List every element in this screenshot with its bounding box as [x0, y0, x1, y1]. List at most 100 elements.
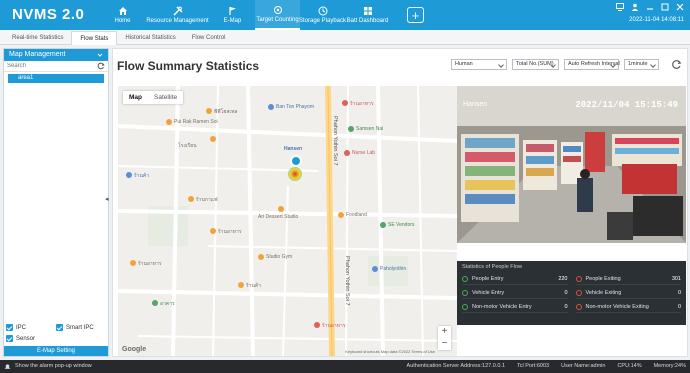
poi-marker[interactable]: [344, 150, 350, 156]
plus-icon: +: [411, 7, 420, 23]
video-channel-label: Hansen: [463, 101, 488, 108]
poi-marker[interactable]: [126, 172, 132, 178]
map-label: อาคาร: [160, 301, 175, 307]
target-type-select[interactable]: Human: [451, 59, 507, 70]
nav-label: Storage Playback: [298, 18, 347, 24]
flow-statistics-panel: Statistics of People Flow People Entry 22…: [457, 261, 686, 325]
map-management-panel: Map Management area1 IPC Smart IPC Senso…: [3, 48, 109, 357]
poi-marker[interactable]: [268, 104, 274, 110]
nav-storage-playback[interactable]: Storage Playback: [298, 0, 347, 30]
camera-pin-icon[interactable]: [290, 155, 302, 167]
poi-marker[interactable]: [206, 108, 212, 114]
poi-marker[interactable]: [314, 322, 320, 328]
stat-people-entry: People Entry 220: [462, 274, 568, 285]
bell-icon: [4, 364, 11, 369]
stat-nonmotor-entry: Non-motor Vehicle Entry 0: [462, 302, 568, 313]
map-label: ร้านอาหาร: [350, 101, 374, 107]
page-title: Flow Summary Statistics: [117, 59, 260, 73]
nav-emap[interactable]: E-Map: [210, 0, 255, 30]
panel-title: Map Management: [9, 51, 66, 58]
stat-value: 0: [564, 290, 568, 296]
tab-realtime-statistics[interactable]: Real-time Statistics: [4, 31, 71, 45]
zoom-in-button[interactable]: +: [438, 326, 451, 338]
poi-marker[interactable]: [210, 136, 216, 142]
poi-marker[interactable]: [348, 126, 354, 132]
map-label: ร้านค้า: [246, 283, 262, 289]
exit-icon: [575, 304, 582, 310]
map-attribution: Keyboard shortcuts Map data ©2022 Terms …: [345, 349, 435, 354]
stat-people-exiting: People Exiting 301: [575, 274, 681, 285]
video-timestamp: 2022/11/04 15:15:49: [575, 100, 678, 110]
home-icon: [118, 7, 127, 15]
poi-marker[interactable]: [166, 119, 172, 125]
emap-setting-button[interactable]: E-Map Setting: [4, 346, 108, 356]
camera-label: Hansen: [284, 146, 303, 152]
poi-marker[interactable]: [338, 212, 344, 218]
satellite-button[interactable]: Satellite: [148, 91, 183, 104]
google-logo: Google: [122, 346, 147, 353]
map-label: Samsen Nai: [356, 126, 384, 132]
stats-grid: People Entry 220 People Exiting 301 Vehicl…: [462, 274, 681, 313]
collapse-panel-icon[interactable]: ◂: [105, 195, 109, 205]
nav-target-counting[interactable]: Target Counting: [255, 0, 300, 30]
stat-vehicle-entry: Vehicle Entry 0: [462, 288, 568, 299]
map-label: Foodland: [346, 212, 367, 218]
poi-marker[interactable]: [130, 260, 136, 266]
statistics-mode-select[interactable]: Total No.(SUM): [512, 59, 559, 70]
tab-flow-stats[interactable]: Flow Stats: [71, 31, 118, 45]
tcl-port: Tcl Port:6003: [517, 363, 550, 369]
checkbox-ipc[interactable]: IPC: [6, 324, 56, 331]
map-view[interactable]: Map Satellite Phahon Yothin Soi 7 Phahon…: [118, 86, 457, 356]
poi-marker[interactable]: [210, 228, 216, 234]
exit-icon: [575, 290, 582, 296]
close-icon[interactable]: [676, 3, 684, 11]
map-label: Studio Gym: [266, 254, 293, 260]
monitor-icon[interactable]: [616, 3, 624, 11]
refresh-icon[interactable]: [671, 59, 682, 70]
nav-label: Resource Management: [146, 18, 209, 24]
nav-batt-dashboard[interactable]: Batt Dashboard: [345, 0, 390, 30]
stat-label: People Entry: [472, 276, 504, 282]
zoom-out-button[interactable]: −: [438, 338, 451, 350]
nav-resource-management[interactable]: Resource Management: [145, 0, 210, 30]
minimize-icon[interactable]: [646, 3, 654, 11]
refresh-icon[interactable]: [97, 62, 105, 70]
camera-video-feed[interactable]: Hansen 2022/11/04 15:15:49: [457, 86, 686, 243]
add-module-button[interactable]: +: [407, 7, 424, 23]
zoom-control: + −: [438, 326, 451, 350]
map-button[interactable]: Map: [123, 91, 148, 104]
map-label: Pui Rak Ramen Soi: [174, 119, 218, 125]
auto-refresh-select[interactable]: Auto Refresh Interval: [564, 59, 620, 70]
cpu-usage: CPU:14%: [617, 363, 642, 369]
map-label: SE Vendors: [388, 222, 415, 228]
stat-label: Vehicle Entry: [472, 290, 505, 296]
tab-historical-statistics[interactable]: Historical Statistics: [117, 31, 183, 45]
entry-icon: [462, 290, 468, 296]
checkbox-sensor[interactable]: Sensor: [6, 335, 58, 342]
chevron-down-icon[interactable]: [97, 52, 103, 58]
datetime-display: 2022-11-04 14:08:11: [629, 17, 684, 23]
poi-marker[interactable]: [238, 282, 244, 288]
poi-marker[interactable]: [342, 100, 348, 106]
poi-marker[interactable]: [188, 196, 194, 202]
refresh-interval-select[interactable]: 1minute: [624, 59, 659, 70]
poi-marker[interactable]: [278, 206, 284, 212]
tab-flow-control[interactable]: Flow Control: [184, 31, 234, 45]
maximize-icon[interactable]: [661, 3, 669, 11]
map-label: ร้านค้า: [134, 173, 150, 179]
poi-marker[interactable]: [152, 300, 158, 306]
stat-value: 301: [671, 276, 681, 282]
search-input[interactable]: [4, 61, 94, 71]
nav-home[interactable]: Home: [100, 0, 145, 30]
checkbox-smart-ipc[interactable]: Smart IPC: [56, 324, 106, 331]
poi-marker[interactable]: [372, 266, 378, 272]
checkbox-label: Smart IPC: [66, 324, 94, 331]
poi-marker[interactable]: [258, 254, 264, 260]
alarm-popup-toggle[interactable]: Show the alarm pop-up window: [4, 360, 92, 373]
user-icon[interactable]: [631, 3, 639, 11]
poi-marker[interactable]: [380, 222, 386, 228]
panel-header[interactable]: Map Management: [4, 49, 108, 61]
tree-item-area[interactable]: area1: [8, 74, 104, 83]
stat-label: Non-motor Vehicle Entry: [472, 304, 532, 310]
checkbox-icon: [6, 335, 13, 342]
